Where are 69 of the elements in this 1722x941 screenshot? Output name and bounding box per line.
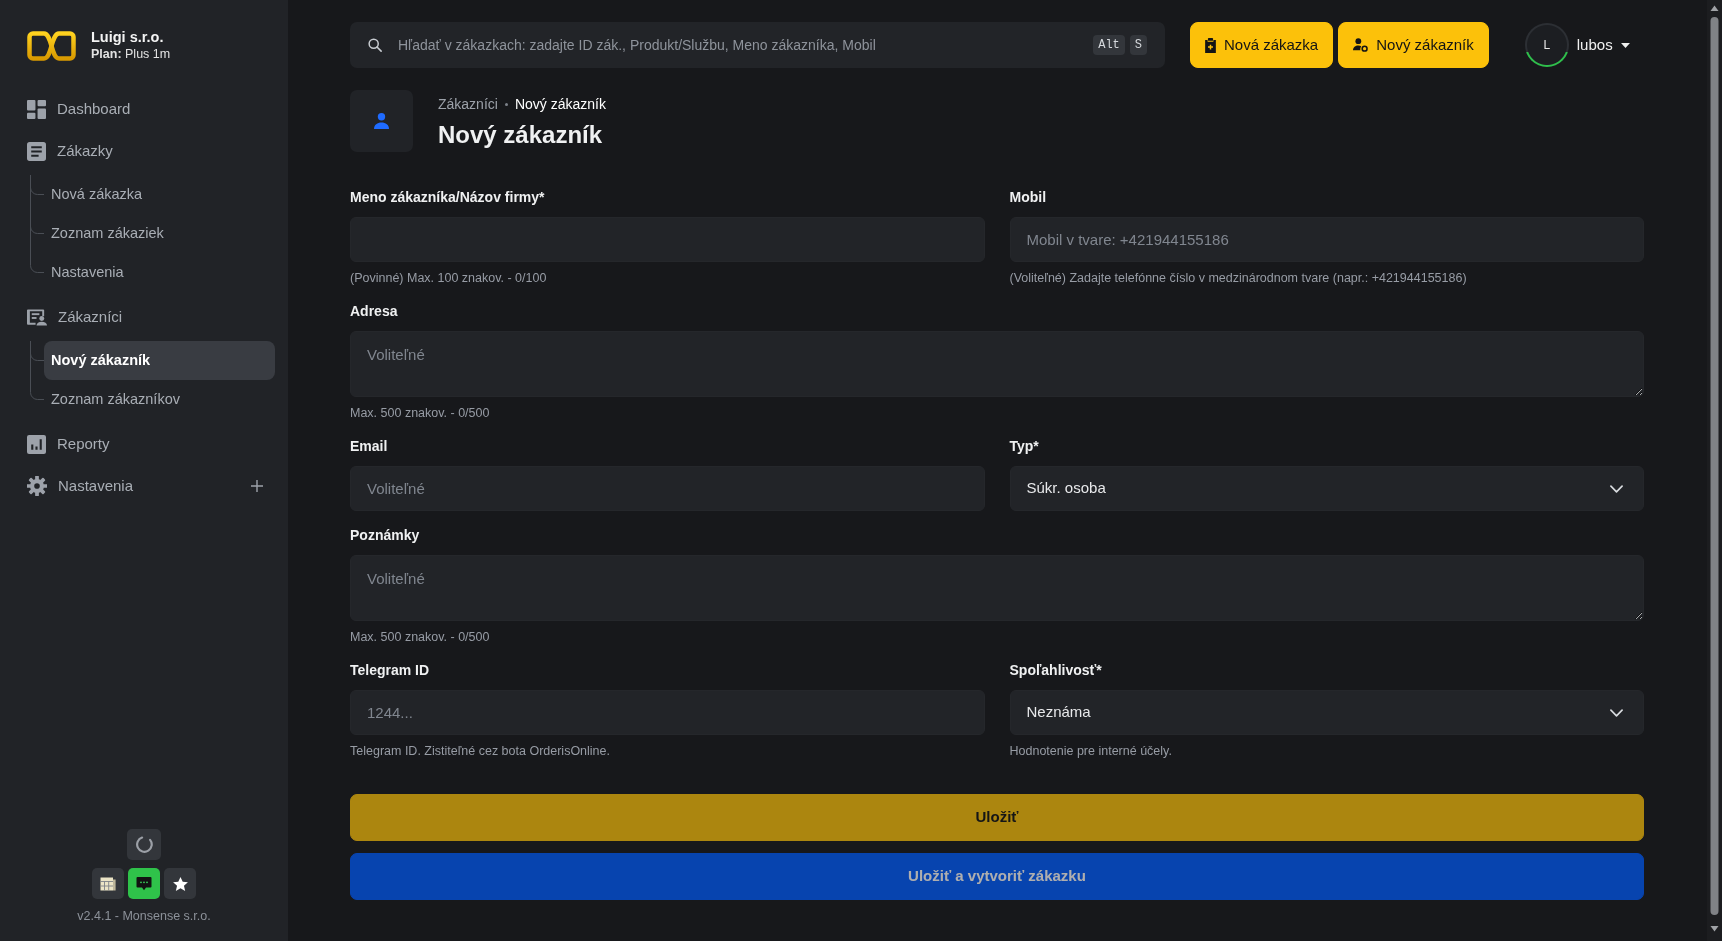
user-menu-button[interactable]: L lubos [1524, 23, 1630, 67]
input-field[interactable]: 1244... [350, 690, 985, 735]
search-icon [368, 38, 382, 52]
table-button[interactable] [92, 868, 124, 899]
chat-bubble-icon [136, 876, 152, 891]
text-area[interactable]: Voliteľné [350, 555, 1644, 621]
plus-icon [251, 480, 263, 492]
breadcrumb-link[interactable]: Zákazníci [438, 94, 498, 114]
field-label: Spoľahlivosť* [1009, 661, 1103, 680]
field-label: Typ* [1009, 437, 1040, 456]
new-customer-button[interactable]: Nový zákazník [1338, 22, 1489, 68]
help-text: Telegram ID. Zistiteľné cez bota OrderisOnline. [350, 743, 611, 760]
chat-button[interactable] [128, 868, 160, 899]
user-avatar: L [1524, 23, 1569, 67]
person-gear-icon [1353, 38, 1369, 52]
spinner-icon [135, 836, 153, 853]
logo-icon [27, 30, 76, 61]
page-title: Nový zákazník [438, 120, 604, 150]
new-order-button[interactable]: Nová zákazka [1190, 22, 1334, 68]
sidebar-item[interactable]: Zákazky [27, 130, 275, 172]
sidebar-subitem[interactable]: Nová zákazka [44, 175, 275, 214]
gear-icon [27, 476, 47, 496]
sidebar-subitem[interactable]: Nový zákazník [44, 341, 275, 380]
field-label: Meno zákazníka/Názov firmy* [350, 188, 546, 207]
help-text: Max. 500 znakov. - 0/500 [350, 405, 491, 422]
sidebar-item[interactable]: Reporty [27, 423, 275, 465]
person-icon [374, 113, 389, 129]
bar-chart-icon [27, 434, 46, 454]
text-area[interactable]: Voliteľné [350, 331, 1644, 397]
sidebar-item[interactable]: Dashboard [27, 88, 275, 130]
shortcut-key: S [1129, 35, 1147, 55]
field-label: Telegram ID [350, 661, 431, 680]
field-label: Poznámky [350, 526, 421, 545]
sidebar-item[interactable]: Nastavenia [27, 465, 275, 507]
help-text: (Povinné) Max. 100 znakov. - 0/100 [350, 270, 548, 287]
input-field[interactable]: Mobil v tvare: +421944155186 [1009, 217, 1644, 262]
sidebar-subitem[interactable]: Zoznam zákazníkov [44, 380, 275, 419]
shortcut-key: Alt [1093, 35, 1125, 55]
help-text: Hodnotenie pre interné účely. [1009, 743, 1173, 760]
star-button[interactable] [164, 868, 196, 899]
contact-card-icon [27, 308, 47, 326]
help-text: Max. 500 znakov. - 0/500 [350, 629, 491, 646]
refresh-button[interactable] [127, 829, 161, 860]
dot-icon [504, 102, 508, 106]
chevron-down-icon [1610, 708, 1623, 717]
star-icon [172, 876, 188, 891]
plan-text: Plan: Plus 1m [91, 46, 171, 63]
sidebar-item[interactable]: Zákazníci [27, 296, 275, 338]
sidebar-subitem[interactable]: Zoznam zákaziek [44, 214, 275, 253]
breadcrumb-current: Nový zákazník [514, 95, 606, 114]
help-text: (Voliteľné) Zadajte telefónne číslo v medzinárodnom tvare (napr.: +421944155186) [1009, 270, 1468, 287]
select-field[interactable]: Súkr. osoba [1009, 466, 1644, 511]
field-label: Email [350, 437, 389, 456]
select-field[interactable]: Neznáma [1009, 690, 1644, 735]
sidebar-subitem[interactable]: Nastavenia [44, 253, 275, 292]
table-icon [100, 876, 116, 891]
caret-icon [1620, 42, 1630, 48]
tree-branch-line [30, 175, 44, 214]
company-name: Luigi s.r.o. [91, 28, 165, 46]
search-input[interactable]: Hľadať v zákazkach: zadajte ID zák., Produkt/Službu, Meno zákazníka, Mobil [396, 33, 1080, 57]
dashboard-grid-icon [27, 99, 46, 119]
clipboard-icon [1205, 37, 1216, 53]
version-text: v2.4.1 - Monsense s.r.o. [77, 908, 211, 924]
field-label: Mobil [1009, 188, 1048, 207]
document-icon [27, 141, 46, 161]
chevron-down-icon [1610, 484, 1623, 493]
field-label: Adresa [350, 302, 399, 321]
input-field[interactable]: Voliteľné [350, 466, 985, 511]
search-field[interactable]: Hľadať v zákazkach: zadajte ID zák., Produkt/Službu, Meno zákazníka, Mobil Alt S [350, 22, 1165, 68]
